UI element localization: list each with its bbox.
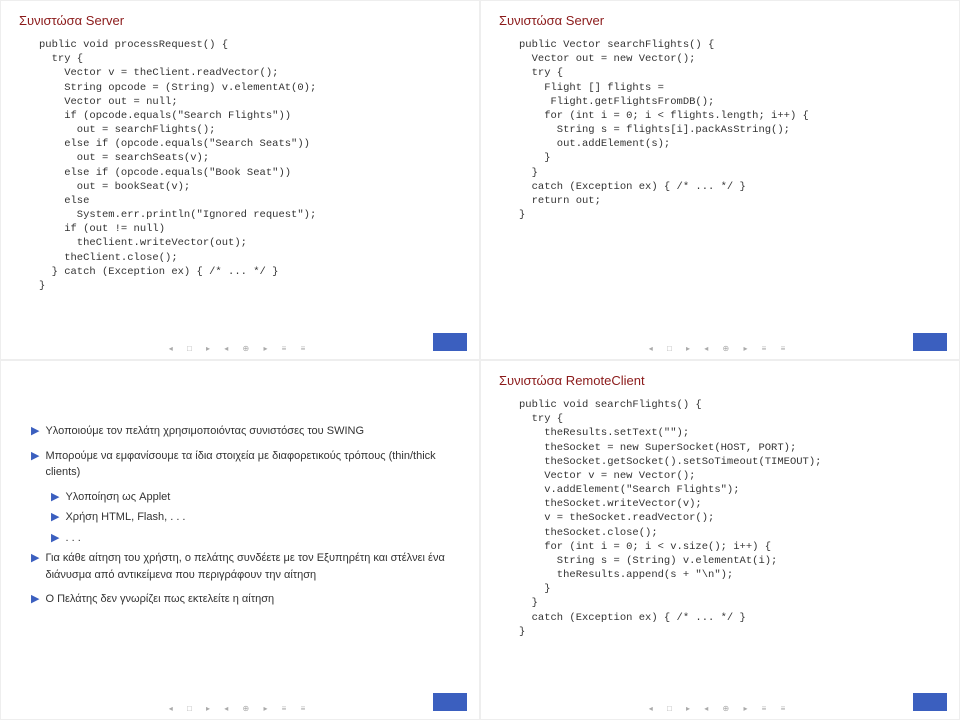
bullet-text: Ο Πελάτης δεν γνωρίζει πως εκτελείτε η α… [45,591,274,608]
slide-nav-icons: ◂ □ ▸ ◂ ⊕ ▸ ≡ ≡ [649,704,792,713]
sub-bullet-item: ▶ Χρήση HTML, Flash, . . . [51,509,461,526]
bullet-item: ▶ Ο Πελάτης δεν γνωρίζει πως εκτελείτε η… [31,591,461,608]
bullet-item: ▶ Μπορούμε να εμφανίσουμε τα ίδια στοιχε… [31,448,461,481]
slide-client-bullets: ▶ Υλοποιούμε τον πελάτη χρησιμοποιόντας … [0,360,480,720]
code-block: public void processRequest() { try { Vec… [39,38,461,293]
code-block: public void searchFlights() { try { theR… [519,398,941,639]
bullet-text: Υλοποιούμε τον πελάτη χρησιμοποιόντας συ… [45,423,364,440]
slide-nav-icons: ◂ □ ▸ ◂ ⊕ ▸ ≡ ≡ [649,344,792,353]
bullet-item: ▶ Για κάθε αίτηση του χρήστη, ο πελάτης … [31,550,461,583]
university-logo [913,333,947,351]
university-logo [913,693,947,711]
bullet-icon: ▶ [31,448,39,465]
university-logo [433,693,467,711]
bullet-text: Υλοποίηση ως Applet [65,489,170,506]
slide-nav-icons: ◂ □ ▸ ◂ ⊕ ▸ ≡ ≡ [169,344,312,353]
slide-remote-client: Συνιστώσα RemoteClient public void searc… [480,360,960,720]
slide-nav-icons: ◂ □ ▸ ◂ ⊕ ▸ ≡ ≡ [169,704,312,713]
slide-server-process: Συνιστώσα Server public void processRequ… [0,0,480,360]
bullet-text: Για κάθε αίτηση του χρήστη, ο πελάτης συ… [45,550,461,583]
bullet-text: . . . [65,530,80,547]
slide-title: Συνιστώσα Server [499,13,941,28]
bullet-icon: ▶ [31,550,39,567]
code-block: public Vector searchFlights() { Vector o… [519,38,941,222]
sub-bullet-item: ▶ . . . [51,530,461,547]
bullet-icon: ▶ [51,489,59,506]
bullet-text: Χρήση HTML, Flash, . . . [65,509,185,526]
sub-bullet-item: ▶ Υλοποίηση ως Applet [51,489,461,506]
bullet-text: Μπορούμε να εμφανίσουμε τα ίδια στοιχεία… [45,448,461,481]
bullet-icon: ▶ [31,591,39,608]
slide-title: Συνιστώσα RemoteClient [499,373,941,388]
slide-title: Συνιστώσα Server [19,13,461,28]
slide-server-search: Συνιστώσα Server public Vector searchFli… [480,0,960,360]
bullet-icon: ▶ [51,509,59,526]
bullet-list: ▶ Υλοποιούμε τον πελάτη χρησιμοποιόντας … [31,423,461,608]
university-logo [433,333,467,351]
bullet-item: ▶ Υλοποιούμε τον πελάτη χρησιμοποιόντας … [31,423,461,440]
slide-grid: Συνιστώσα Server public void processRequ… [0,0,960,720]
bullet-icon: ▶ [51,530,59,547]
bullet-icon: ▶ [31,423,39,440]
